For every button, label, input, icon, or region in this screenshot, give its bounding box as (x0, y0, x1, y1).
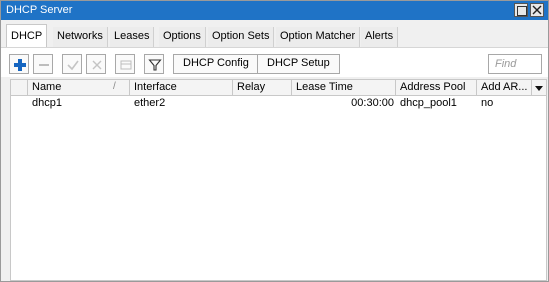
comment-button[interactable] (115, 54, 135, 74)
check-icon (67, 60, 79, 71)
disable-x-icon (92, 60, 102, 70)
tab-bar: DHCP Networks Leases Options Option Sets… (1, 20, 548, 47)
filter-icon (148, 59, 162, 71)
minus-icon (39, 64, 49, 66)
tab-options[interactable]: Options (159, 27, 206, 47)
tab-option-sets[interactable]: Option Sets (208, 27, 275, 47)
column-header-lease-time[interactable]: Lease Time (292, 80, 396, 96)
title-bar[interactable]: DHCP Server (1, 1, 548, 20)
cell-interface: ether2 (134, 97, 166, 109)
column-header-name[interactable]: Name / (28, 80, 130, 96)
sort-indicator: / (113, 81, 116, 92)
find-input[interactable]: Find (488, 54, 542, 74)
column-header-add-arp[interactable]: Add AR... (477, 80, 532, 96)
dhcp-server-window: DHCP Server DHCP Networks Leases Options… (0, 0, 549, 282)
column-menu-button[interactable] (532, 80, 546, 96)
tab-option-matcher[interactable]: Option Matcher (276, 27, 361, 47)
remove-button[interactable] (33, 54, 53, 74)
filter-button[interactable] (144, 54, 164, 74)
tab-alerts[interactable]: Alerts (361, 27, 399, 47)
note-icon (120, 60, 132, 70)
cell-address-pool: dhcp_pool1 (400, 97, 457, 109)
tab-networks[interactable]: Networks (53, 27, 108, 47)
dhcp-servers-table: Name / Interface Relay Lease Time Addres… (10, 79, 547, 281)
dhcp-setup-button[interactable]: DHCP Setup (257, 54, 340, 74)
window-title: DHCP Server (6, 4, 73, 16)
disable-button[interactable] (86, 54, 106, 74)
column-header-name-label: Name (32, 81, 62, 93)
toolbar: DHCP Config DHCP Setup Find (1, 47, 548, 77)
table-header: Name / Interface Relay Lease Time Addres… (11, 80, 546, 96)
restore-button[interactable] (514, 3, 528, 17)
column-header-relay[interactable]: Relay (233, 80, 292, 96)
tab-leases[interactable]: Leases (110, 27, 155, 47)
close-button[interactable] (530, 3, 544, 17)
cell-name: dhcp1 (32, 97, 62, 109)
add-button[interactable] (9, 54, 29, 74)
column-header-address-pool[interactable]: Address Pool (396, 80, 477, 96)
tab-dhcp[interactable]: DHCP (6, 24, 48, 47)
chevron-down-icon (535, 86, 543, 91)
table-row[interactable]: dhcp1 ether2 00:30:00 dhcp_pool1 no (11, 96, 546, 110)
plus-icon (14, 59, 26, 71)
header-spacer (11, 80, 28, 96)
close-icon (532, 5, 542, 15)
column-header-interface[interactable]: Interface (130, 80, 233, 96)
cell-lease-time: 00:30:00 (351, 97, 394, 109)
enable-button[interactable] (62, 54, 82, 74)
cell-relay (233, 96, 292, 110)
dhcp-config-button[interactable]: DHCP Config (173, 54, 259, 74)
cell-add-arp: no (481, 97, 494, 109)
